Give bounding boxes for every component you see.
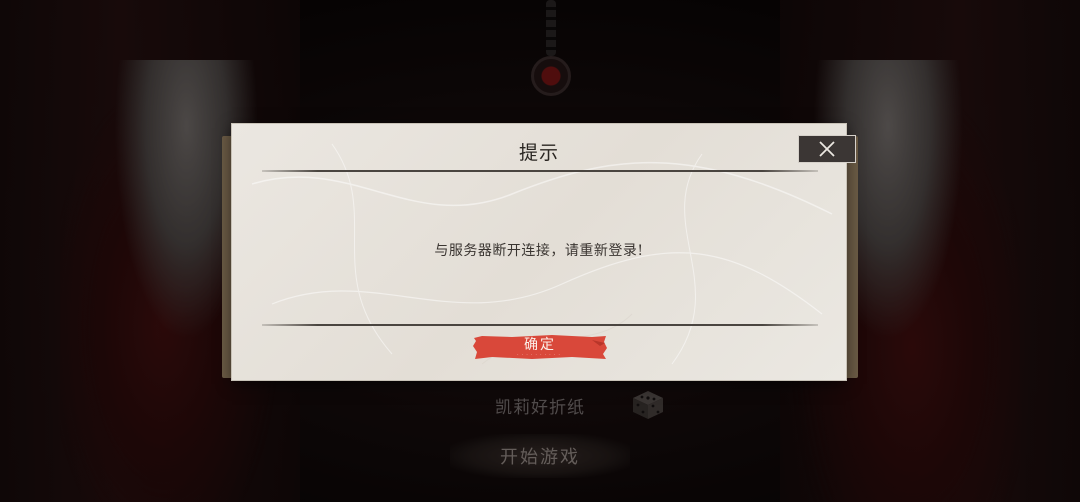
dialog-title: 提示 bbox=[518, 142, 559, 164]
close-button[interactable] bbox=[798, 135, 856, 163]
notice-dialog: 提示 与服务器断开连接，请重新登录! 确定 ·········· bbox=[232, 124, 846, 380]
dialog-message: 与服务器断开连接，请重新登录! bbox=[434, 243, 644, 259]
game-screen: 凯莉好折纸 开始游戏 提示 与服务器断开连接，请重新登录! 确定 ·······… bbox=[0, 0, 1080, 502]
close-icon bbox=[819, 141, 835, 157]
confirm-subtext: ·········· bbox=[517, 352, 563, 358]
confirm-button[interactable]: 确定 ·········· bbox=[472, 334, 608, 360]
title-divider bbox=[262, 170, 818, 172]
footer-divider bbox=[262, 324, 818, 326]
